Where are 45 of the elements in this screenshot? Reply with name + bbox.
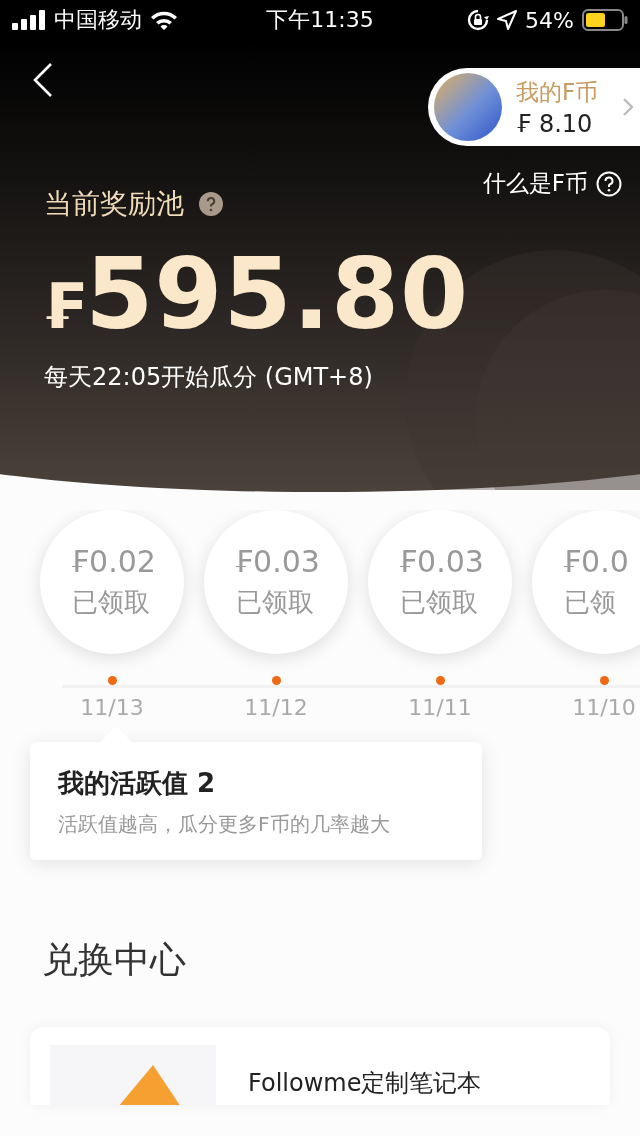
- reward-date: 11/11: [408, 695, 472, 720]
- battery-percent: 54%: [525, 7, 574, 33]
- reward-amount: ₣0.02: [70, 544, 157, 579]
- timeline-dot: [107, 676, 117, 685]
- wallet-button[interactable]: 我的F币 ₣ 8.10: [428, 68, 640, 146]
- activity-description: 活跃值越高，瓜分更多F币的几率越大: [58, 811, 391, 838]
- activity-title: 我的活跃值 2: [58, 767, 217, 800]
- location-arrow-icon: [497, 10, 518, 30]
- reward-date: 11/13: [80, 695, 144, 720]
- timeline-dot: [435, 676, 445, 685]
- reward-date: 11/10: [572, 695, 636, 720]
- reward-amount: ₣0.03: [398, 544, 485, 579]
- section-title: 兑换中心: [42, 938, 187, 982]
- wallet-label: 我的F币: [516, 77, 600, 107]
- avatar-photo-placeholder: [434, 73, 502, 141]
- reward-circle[interactable]: ₣0.02 已领取: [40, 510, 184, 654]
- wallet-balance: ₣ 8.10: [516, 109, 594, 138]
- reward-status: 已领取: [399, 586, 479, 619]
- help-icon[interactable]: [596, 170, 622, 197]
- signal-icon: [12, 10, 46, 30]
- reward-amount: ₣0.03: [234, 544, 321, 579]
- pool-title: 当前奖励池: [44, 186, 184, 222]
- product-card[interactable]: Followme定制笔记本: [30, 1027, 610, 1105]
- clock-time: 下午11:35: [265, 6, 375, 34]
- reward-amount: ₣0.0: [562, 544, 630, 579]
- rotation-lock-icon: [467, 9, 490, 31]
- currency-symbol: ₣: [42, 270, 86, 343]
- timeline-dot: [599, 676, 609, 685]
- schedule-text: 每天22:05开始瓜分 (GMT+8): [44, 362, 374, 393]
- help-icon[interactable]: [198, 191, 224, 217]
- reward-date: 11/12: [244, 695, 308, 720]
- wifi-icon: [150, 10, 178, 30]
- help-link[interactable]: 什么是F币: [482, 168, 588, 199]
- reward-status: 已领: [563, 586, 617, 619]
- carrier-name: 中国移动: [54, 6, 142, 34]
- reward-circle[interactable]: ₣0.03 已领取: [368, 510, 512, 654]
- chevron-right-icon: [622, 97, 634, 117]
- product-name: Followme定制笔记本: [248, 1068, 482, 1099]
- reward-circle[interactable]: ₣0.0 已领: [532, 510, 640, 654]
- pool-amount: 595.80: [85, 237, 470, 351]
- reward-status: 已领取: [71, 586, 151, 619]
- timeline-dot: [271, 676, 281, 685]
- reward-status: 已领取: [235, 586, 315, 619]
- reward-circle[interactable]: ₣0.03 已领取: [204, 510, 348, 654]
- battery-icon: [582, 9, 628, 31]
